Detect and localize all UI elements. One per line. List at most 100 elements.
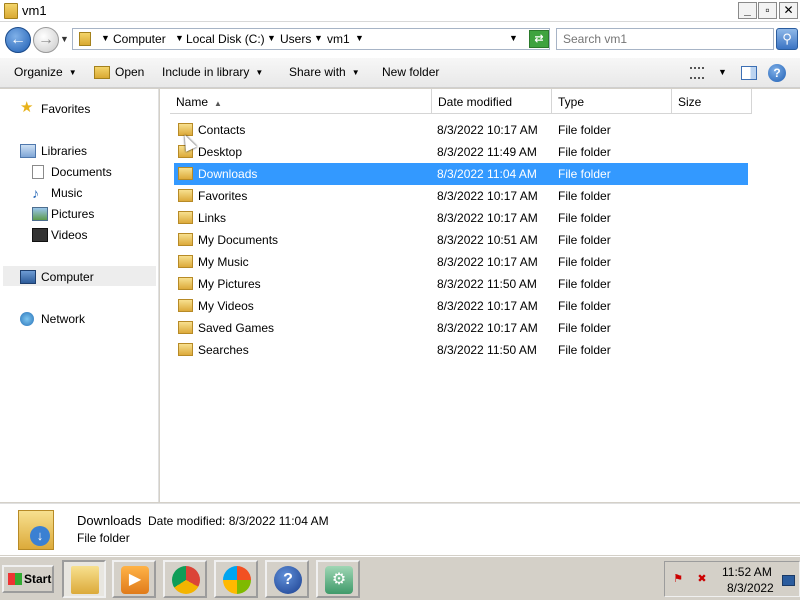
file-date-modified: 8/3/2022 10:17 AM bbox=[437, 255, 538, 269]
close-button[interactable]: ✕ bbox=[779, 2, 798, 19]
search-icon[interactable]: ⚲ bbox=[776, 28, 798, 50]
forward-button[interactable]: → bbox=[33, 27, 59, 53]
file-row[interactable]: Contacts 8/3/2022 10:17 AM File folder bbox=[174, 119, 748, 141]
details-date-label: Date modified: bbox=[148, 514, 226, 528]
address-bar[interactable]: ▼ Computer ▼ Local Disk (C:) ▼ Users ▼ v… bbox=[72, 28, 550, 50]
maximize-button[interactable]: ▫ bbox=[758, 2, 777, 19]
open-button[interactable]: Open bbox=[115, 65, 144, 79]
nav-item-pictures[interactable]: Pictures bbox=[51, 207, 94, 221]
file-row[interactable]: Links 8/3/2022 10:17 AM File folder bbox=[174, 207, 748, 229]
search-input[interactable] bbox=[556, 28, 774, 50]
file-list: Name ▲ Date modified Type Size Contacts 8/… bbox=[160, 89, 800, 502]
breadcrumb-separator[interactable]: ▼ bbox=[314, 33, 323, 43]
music-note-icon: ♪ bbox=[32, 185, 39, 201]
column-header-type[interactable]: Type bbox=[552, 89, 672, 114]
file-row[interactable]: My Music 8/3/2022 10:17 AM File folder bbox=[174, 251, 748, 273]
file-type: File folder bbox=[558, 123, 611, 137]
details-date-value: 8/3/2022 11:04 AM bbox=[228, 514, 329, 528]
folder-icon bbox=[79, 32, 91, 46]
chevron-down-icon: ▼ bbox=[68, 68, 77, 77]
breadcrumb-separator[interactable]: ▼ bbox=[101, 33, 110, 43]
download-arrow-icon: ↓ bbox=[30, 526, 50, 546]
taskbar-app-windows[interactable] bbox=[214, 560, 258, 598]
refresh-button[interactable]: ⇄ bbox=[529, 30, 549, 48]
breadcrumb-computer[interactable]: Computer bbox=[113, 32, 166, 46]
folder-icon bbox=[4, 3, 18, 19]
nav-item-videos[interactable]: Videos bbox=[51, 228, 87, 242]
show-desktop-icon[interactable] bbox=[782, 575, 795, 586]
file-date-modified: 8/3/2022 10:51 AM bbox=[437, 233, 538, 247]
folder-icon bbox=[178, 343, 193, 356]
file-row[interactable]: My Videos 8/3/2022 10:17 AM File folder bbox=[174, 295, 748, 317]
nav-item-documents[interactable]: Documents bbox=[51, 165, 112, 179]
breadcrumb-separator[interactable]: ▼ bbox=[355, 33, 364, 43]
chrome-icon bbox=[172, 566, 200, 594]
file-name: Searches bbox=[198, 343, 249, 357]
new-folder-button[interactable]: New folder bbox=[382, 65, 439, 79]
breadcrumb-separator[interactable]: ▼ bbox=[267, 33, 276, 43]
taskbar-app-explorer[interactable] bbox=[62, 560, 106, 598]
speaker-muted-icon[interactable]: ✖ bbox=[694, 572, 710, 586]
file-row[interactable]: My Pictures 8/3/2022 11:50 AM File folder bbox=[174, 273, 748, 295]
share-with-button[interactable]: Share with ▼ bbox=[289, 65, 360, 79]
folder-icon bbox=[178, 277, 193, 290]
column-header-date-modified[interactable]: Date modified bbox=[432, 89, 552, 114]
videos-icon bbox=[32, 228, 48, 242]
folder-icon bbox=[178, 233, 193, 246]
minimize-button[interactable]: _ bbox=[738, 2, 757, 19]
help-icon[interactable]: ? bbox=[768, 64, 786, 82]
chevron-down-icon: ▼ bbox=[255, 68, 264, 77]
taskbar-app-virtual-machine[interactable]: ⚙ bbox=[316, 560, 360, 598]
change-view-icon[interactable] bbox=[690, 67, 704, 79]
breadcrumb-users[interactable]: Users bbox=[280, 32, 311, 46]
file-row[interactable]: My Documents 8/3/2022 10:51 AM File folder bbox=[174, 229, 748, 251]
file-name: My Videos bbox=[198, 299, 254, 313]
include-in-library-button[interactable]: Include in library ▼ bbox=[162, 65, 263, 79]
organize-button[interactable]: Organize ▼ bbox=[14, 65, 77, 79]
favorites-star-icon: ★ bbox=[20, 99, 34, 116]
action-center-warning-icon[interactable]: ⚑ bbox=[670, 572, 686, 586]
column-header-size[interactable]: Size bbox=[672, 89, 752, 114]
clock-time[interactable]: 11:52 AM bbox=[722, 565, 772, 579]
file-row[interactable]: Saved Games 8/3/2022 10:17 AM File folder bbox=[174, 317, 748, 339]
file-name: Saved Games bbox=[198, 321, 275, 335]
taskbar-app-media-player[interactable]: ▶ bbox=[112, 560, 156, 598]
nav-item-favorites[interactable]: Favorites bbox=[41, 102, 90, 116]
recent-pages-dropdown[interactable]: ▼ bbox=[60, 34, 69, 44]
file-type: File folder bbox=[558, 233, 611, 247]
back-button[interactable]: ← bbox=[5, 27, 31, 53]
file-name: Downloads bbox=[198, 167, 258, 181]
taskbar-app-help[interactable]: ? bbox=[265, 560, 309, 598]
address-dropdown[interactable]: ▼ bbox=[509, 33, 518, 43]
column-header-name[interactable]: Name ▲ bbox=[170, 89, 432, 114]
view-options-dropdown[interactable]: ▼ bbox=[718, 67, 727, 77]
nav-item-libraries[interactable]: Libraries bbox=[41, 144, 87, 158]
clock-date[interactable]: 8/3/2022 bbox=[727, 581, 774, 595]
file-row[interactable]: Desktop 8/3/2022 11:49 AM File folder bbox=[174, 141, 748, 163]
nav-item-computer[interactable]: Computer bbox=[41, 270, 94, 284]
taskbar-app-chrome[interactable] bbox=[163, 560, 207, 598]
file-type: File folder bbox=[558, 343, 611, 357]
nav-item-music[interactable]: Music bbox=[51, 186, 82, 200]
libraries-icon bbox=[20, 144, 36, 158]
file-row[interactable]: Downloads 8/3/2022 11:04 AM File folder bbox=[174, 163, 748, 185]
file-date-modified: 8/3/2022 10:17 AM bbox=[437, 123, 538, 137]
breadcrumb-local-disk[interactable]: Local Disk (C:) bbox=[186, 32, 265, 46]
breadcrumb-vm1[interactable]: vm1 bbox=[327, 32, 350, 46]
file-type: File folder bbox=[558, 145, 611, 159]
navigation-pane: ★ Favorites Libraries Documents ♪ Music … bbox=[0, 89, 159, 502]
media-player-icon: ▶ bbox=[121, 566, 149, 594]
file-row[interactable]: Searches 8/3/2022 11:50 AM File folder bbox=[174, 339, 748, 361]
breadcrumb-separator[interactable]: ▼ bbox=[175, 33, 184, 43]
system-tray: ⚑ ✖ 11:52 AM 8/3/2022 bbox=[664, 561, 800, 597]
include-in-library-label: Include in library bbox=[162, 65, 250, 79]
file-date-modified: 8/3/2022 10:17 AM bbox=[437, 189, 538, 203]
file-type: File folder bbox=[558, 299, 611, 313]
start-button[interactable]: Start bbox=[2, 565, 54, 593]
nav-item-network[interactable]: Network bbox=[41, 312, 85, 326]
details-date-modified: Date modified: 8/3/2022 11:04 AM bbox=[148, 514, 329, 528]
file-name: My Music bbox=[198, 255, 249, 269]
file-row[interactable]: Favorites 8/3/2022 10:17 AM File folder bbox=[174, 185, 748, 207]
preview-pane-icon[interactable] bbox=[741, 66, 757, 80]
folder-icon bbox=[178, 321, 193, 334]
